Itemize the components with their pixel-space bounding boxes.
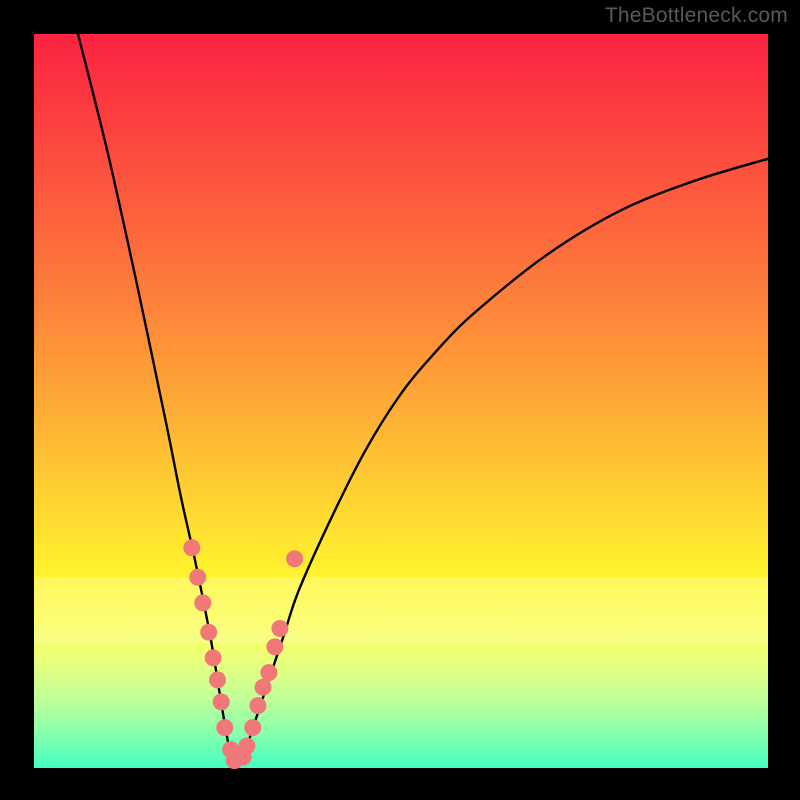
sample-dot [209, 671, 226, 688]
sample-dot [244, 719, 261, 736]
sample-dot [205, 649, 222, 666]
sample-dot [249, 697, 266, 714]
sample-dot [260, 664, 277, 681]
plot-area [34, 34, 768, 768]
sample-dots-group [183, 539, 303, 769]
sample-dot [255, 679, 272, 696]
sample-dot [213, 693, 230, 710]
sample-dot [271, 620, 288, 637]
curve-layer [34, 34, 768, 768]
sample-dot [183, 539, 200, 556]
sample-dot [266, 638, 283, 655]
sample-dot [194, 594, 211, 611]
chart-frame: TheBottleneck.com [0, 0, 800, 800]
sample-dot [286, 550, 303, 567]
watermark-text: TheBottleneck.com [605, 4, 788, 28]
sample-dot [189, 569, 206, 586]
sample-dot [200, 624, 217, 641]
bottleneck-curve [78, 34, 768, 764]
sample-dot [216, 719, 233, 736]
sample-dot [238, 738, 255, 755]
